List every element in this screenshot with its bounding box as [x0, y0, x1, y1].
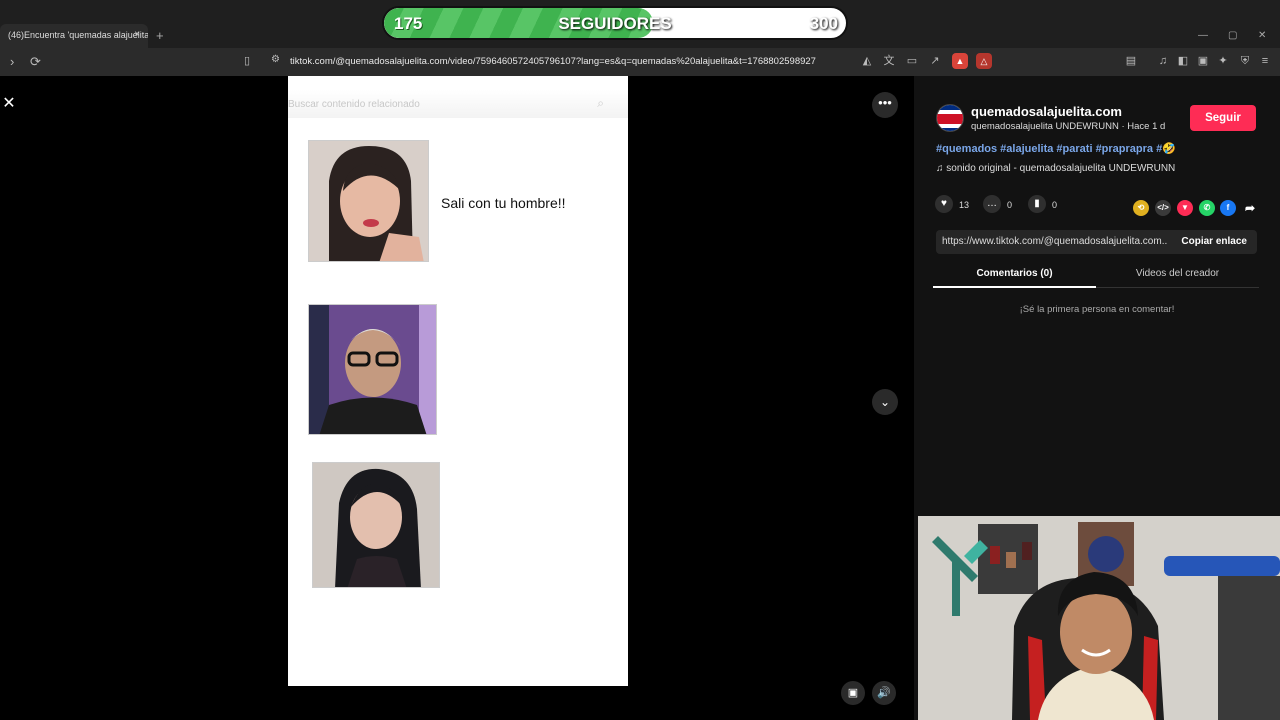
- window-close-icon[interactable]: ✕: [1258, 30, 1266, 41]
- follow-button[interactable]: Seguir: [1190, 105, 1256, 131]
- screen: (46)Encuentra 'quemadas alajuelita' × + …: [0, 0, 1280, 720]
- comment-icon[interactable]: …: [983, 195, 1001, 213]
- brave-shield-icon[interactable]: ▲: [952, 53, 968, 69]
- share-arrow-icon[interactable]: ➦: [1242, 200, 1258, 216]
- next-video-chevron-down-icon[interactable]: ⌄: [872, 389, 898, 415]
- site-info-icon[interactable]: ⚙: [271, 54, 280, 65]
- translate-icon[interactable]: 文: [882, 54, 896, 68]
- follower-goal: 300: [809, 14, 838, 33]
- empty-comments-message: ¡Sé la primera persona en comentar!: [1019, 304, 1175, 315]
- more-options-icon[interactable]: •••: [872, 92, 898, 118]
- embed-code-icon[interactable]: </>: [1155, 200, 1171, 216]
- brave-rewards-icon[interactable]: △: [976, 53, 992, 69]
- share-page-icon[interactable]: ↗: [928, 54, 942, 68]
- video-image-girl-2: [312, 462, 440, 588]
- bookmark-save-icon[interactable]: ▮: [1028, 195, 1046, 213]
- hashtags[interactable]: #quemados #alajuelita #parati #praprapra…: [936, 142, 1176, 155]
- avatar[interactable]: [936, 104, 964, 132]
- split-view-icon[interactable]: ◧: [1176, 54, 1190, 68]
- video-image-girl-1: [308, 140, 429, 262]
- sound-row[interactable]: ♫ sonido original - quemadosalajuelita U…: [936, 163, 1175, 174]
- share-link-row: https://www.tiktok.com/@quemadosalajueli…: [936, 230, 1257, 254]
- reload-icon[interactable]: ⟳: [30, 54, 41, 70]
- facebook-icon[interactable]: f: [1220, 200, 1236, 216]
- browser-tab[interactable]: (46)Encuentra 'quemadas alajuelita' ×: [0, 24, 148, 48]
- url-field[interactable]: tiktok.com/@quemadosalajuelita.com/video…: [290, 56, 816, 67]
- webcam-overlay: [918, 516, 1280, 720]
- sidebar-icon[interactable]: ▤: [1124, 54, 1138, 68]
- minimize-icon[interactable]: —: [1198, 30, 1208, 41]
- search-icon[interactable]: ⌕: [597, 96, 604, 111]
- save-count: 0: [1052, 200, 1058, 210]
- comment-count: 0: [1007, 200, 1013, 210]
- copy-link-button[interactable]: Copiar enlace: [1181, 236, 1247, 247]
- video-caption: Sali con tu hombre!!: [441, 195, 566, 211]
- share-link-text[interactable]: https://www.tiktok.com/@quemadosalajueli…: [942, 236, 1168, 247]
- maximize-icon[interactable]: ▢: [1228, 30, 1237, 41]
- bookmark-icon[interactable]: ▯: [244, 54, 250, 67]
- whatsapp-icon[interactable]: ✆: [1199, 200, 1215, 216]
- follower-label: SEGUIDORES: [558, 14, 672, 33]
- tab-comments[interactable]: Comentarios (0): [933, 262, 1096, 288]
- forward-icon[interactable]: ›: [10, 54, 14, 69]
- like-heart-icon[interactable]: ♥: [935, 195, 953, 213]
- sound-name: sonido original - quemadosalajuelita UND…: [946, 163, 1176, 174]
- media-icon[interactable]: ♫: [1156, 54, 1170, 68]
- video-player[interactable]: Buscar contenido relacionado ⌕ Sali con …: [288, 76, 628, 686]
- address-bar: › ⟳ ▯ ⚙ tiktok.com/@quemadosalajuelita.c…: [0, 48, 1280, 76]
- volume-icon[interactable]: 🔊: [872, 681, 896, 705]
- repost-icon[interactable]: ⟲: [1133, 200, 1149, 216]
- follower-goal-bar: 175 SEGUIDORES 300: [382, 6, 848, 40]
- picture-in-picture-icon[interactable]: ▣: [841, 681, 865, 705]
- related-search-bar[interactable]: Buscar contenido relacionado ⌕: [288, 90, 628, 118]
- account-subtitle: quemadosalajuelita UNDEWRUNN · Hace 1 d: [971, 121, 1166, 132]
- tab-creator-videos[interactable]: Videos del creador: [1096, 262, 1259, 288]
- reader-mode-icon[interactable]: ◭: [860, 54, 874, 68]
- cast-icon[interactable]: ▭: [905, 54, 919, 68]
- wallet-icon[interactable]: ▣: [1196, 54, 1210, 68]
- video-image-guy: [308, 304, 437, 435]
- leo-ai-icon[interactable]: ✦: [1216, 54, 1230, 68]
- vpn-shield-icon[interactable]: ⛨: [1238, 54, 1252, 68]
- menu-icon[interactable]: ≡: [1258, 54, 1272, 68]
- like-count: 13: [959, 200, 970, 210]
- close-video-icon[interactable]: ✕: [0, 92, 18, 116]
- webcam-image: [918, 516, 1280, 720]
- send-to-friends-icon[interactable]: ▼: [1177, 200, 1193, 216]
- music-note-icon: ♫: [936, 163, 947, 174]
- tab-title: (46)Encuentra 'quemadas alajuelita': [8, 30, 148, 40]
- related-search-placeholder: Buscar contenido relacionado: [288, 99, 420, 110]
- tab-close-icon[interactable]: ×: [134, 29, 140, 40]
- account-name[interactable]: quemadosalajuelita.com: [971, 104, 1122, 119]
- new-tab-button[interactable]: +: [156, 28, 164, 43]
